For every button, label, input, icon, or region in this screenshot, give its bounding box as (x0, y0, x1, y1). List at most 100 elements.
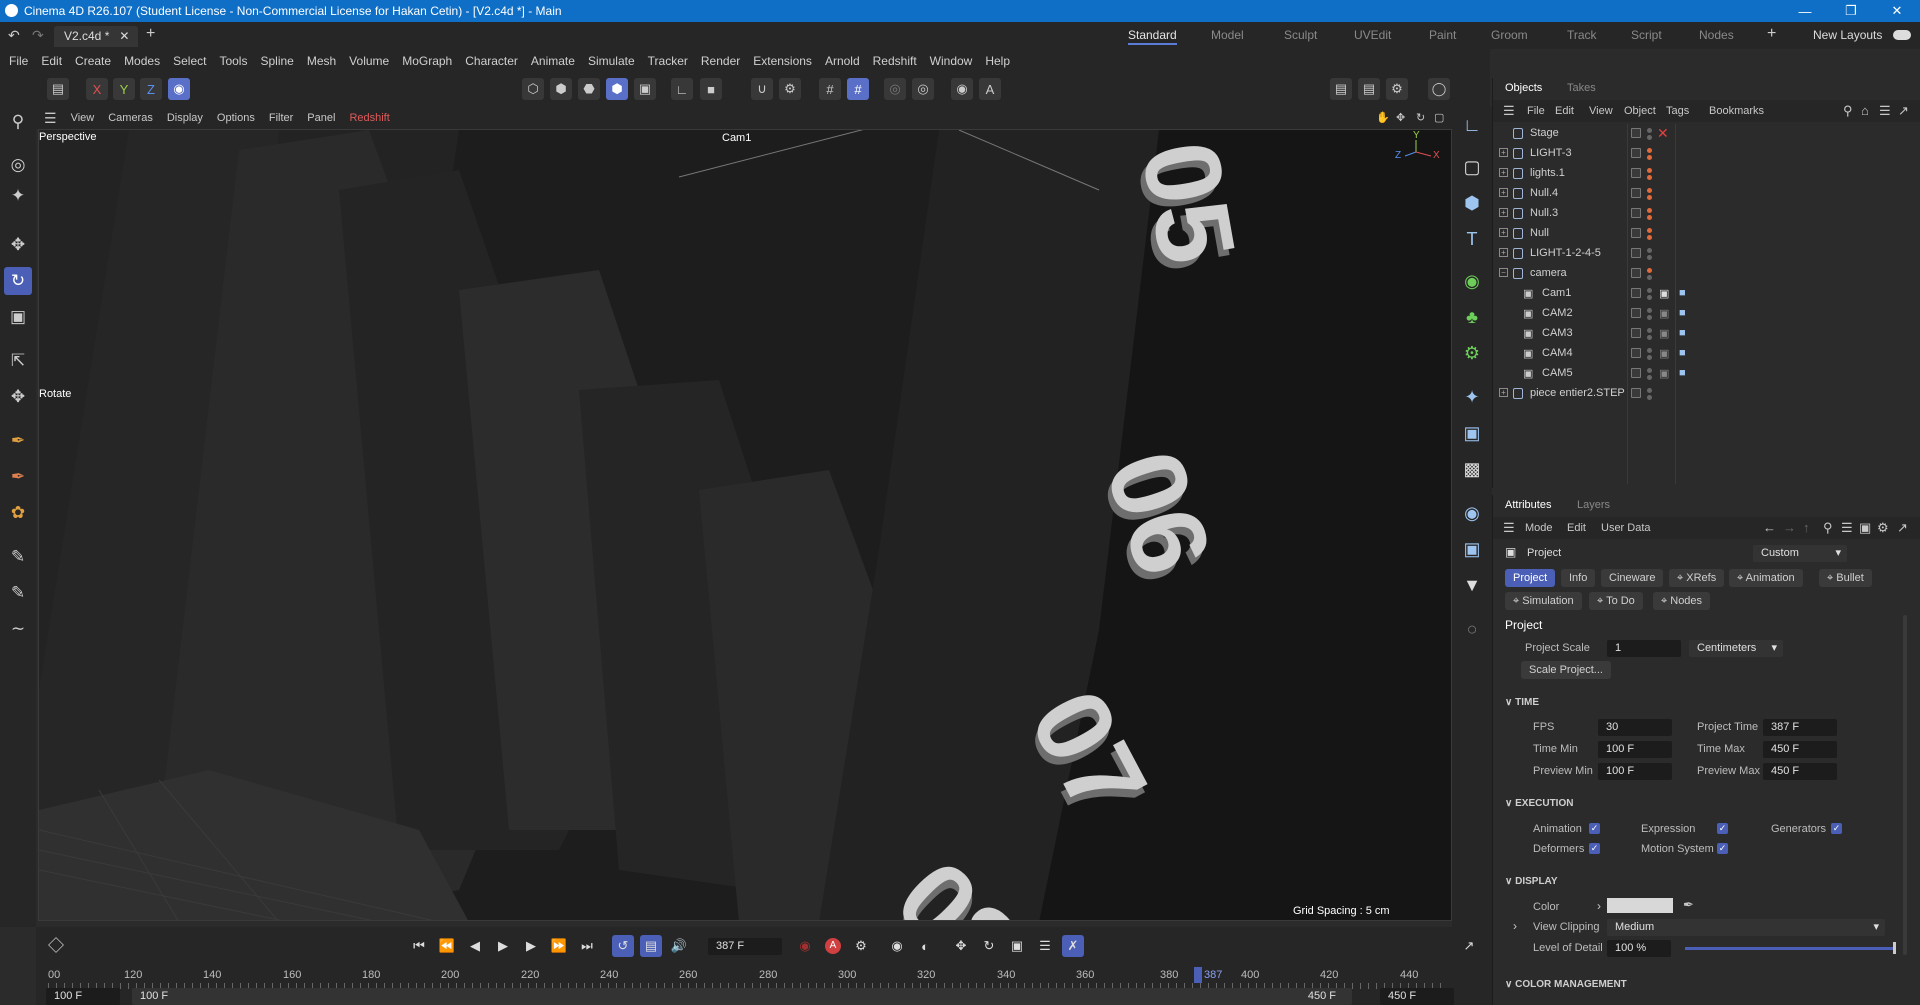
expand-icon[interactable]: + (1499, 248, 1508, 257)
visibility-check[interactable] (1631, 328, 1641, 338)
layout-groom[interactable]: Groom (1491, 28, 1528, 42)
viewport-menu-redshift[interactable]: Redshift (349, 112, 389, 124)
solo-hierarchy-icon[interactable]: ◎ (912, 78, 934, 100)
object-row-camera[interactable]: − camera (1493, 264, 1920, 284)
minimize-icon[interactable]: — (1782, 0, 1828, 22)
expand-icon[interactable]: + (1499, 228, 1508, 237)
viewport-menu-filter[interactable]: Filter (269, 112, 293, 124)
object-row-cam2[interactable]: ▣ CAM2 ▣ ■ (1493, 304, 1920, 324)
expand-icon[interactable]: + (1499, 168, 1508, 177)
expand-icon[interactable]: + (1499, 188, 1508, 197)
range-slider[interactable]: 100 F 450 F (132, 988, 1352, 1005)
spline-object-icon[interactable]: ▢ (1458, 153, 1486, 181)
menu-spline[interactable]: Spline (260, 54, 293, 68)
camera-object-icon[interactable]: ▣ (1458, 535, 1486, 563)
snap-settings-icon[interactable]: ⚙ (779, 78, 801, 100)
polygons-mode-icon[interactable]: ⬣ (578, 78, 600, 100)
document-tab[interactable]: V2.c4d * ✕ (54, 26, 138, 47)
time-max-input[interactable]: 450 F (1763, 741, 1837, 758)
start-frame-input[interactable]: 100 F (46, 988, 120, 1005)
camera-tag-icon[interactable]: ■ (1679, 307, 1686, 319)
filter-icon[interactable]: ☰ (1879, 103, 1891, 119)
expand-icon[interactable]: + (1499, 388, 1508, 397)
previous-key-icon[interactable]: ⏪ (436, 935, 458, 957)
scale-key-icon[interactable]: ▣ (1006, 935, 1028, 957)
tab-simulation[interactable]: ⌖ Simulation (1505, 592, 1582, 610)
live-selection-icon[interactable]: ◎ (4, 151, 32, 179)
menu-help[interactable]: Help (985, 54, 1010, 68)
editor-dot[interactable] (1647, 308, 1652, 313)
brush-icon[interactable]: ✎ (4, 543, 32, 571)
menu-render[interactable]: Render (701, 54, 740, 68)
tab-attributes[interactable]: Attributes (1505, 499, 1551, 511)
editor-dot[interactable] (1647, 368, 1652, 373)
orbit-icon[interactable]: ↻ (1416, 111, 1425, 124)
forward-arrow-icon[interactable]: → (1783, 520, 1796, 535)
new-tab-icon[interactable]: + (146, 25, 155, 43)
menu-window[interactable]: Window (930, 54, 973, 68)
visibility-check[interactable] (1631, 288, 1641, 298)
disabled-x-icon[interactable]: ✕ (1657, 125, 1669, 142)
camera-tag-icon[interactable]: ■ (1679, 367, 1686, 379)
target-tag-icon[interactable]: ▣ (1659, 347, 1669, 360)
menu-arnold[interactable]: Arnold (825, 54, 860, 68)
deformers-checkbox[interactable]: ✓ (1589, 843, 1600, 854)
play-icon[interactable]: ▶ (492, 935, 514, 957)
render-dot[interactable] (1647, 155, 1652, 160)
menu-character[interactable]: Character (465, 54, 518, 68)
tab-cineware[interactable]: Cineware (1601, 569, 1664, 587)
menu-redshift[interactable]: Redshift (873, 54, 917, 68)
execution-section-header[interactable]: ∨ EXECUTION (1505, 798, 1573, 809)
render-dot[interactable] (1647, 355, 1652, 360)
menu-animate[interactable]: Animate (531, 54, 575, 68)
loop-icon[interactable]: ↺ (612, 935, 634, 957)
scale-project-button[interactable]: Scale Project... (1521, 661, 1611, 679)
current-frame-input[interactable]: 387 F (708, 938, 782, 955)
attributes-menu-user-data[interactable]: User Data (1601, 522, 1651, 534)
menu-file[interactable]: File (9, 54, 28, 68)
editor-dot[interactable] (1647, 228, 1652, 233)
expand-icon[interactable]: + (1499, 208, 1508, 217)
dolly-icon[interactable]: ✥ (1396, 111, 1405, 124)
redshift-render-icon[interactable]: ◯ (1428, 78, 1450, 100)
target-tag-icon[interactable]: ▣ (1659, 307, 1669, 320)
light-object-icon[interactable]: ▼ (1458, 571, 1486, 599)
render-dot[interactable] (1647, 195, 1652, 200)
solo-icon[interactable]: ◎ (884, 78, 906, 100)
sound-icon[interactable]: 🔊 (668, 935, 690, 957)
next-frame-icon[interactable]: ▶ (520, 935, 542, 957)
tag-object-icon[interactable]: ○ (1458, 615, 1486, 643)
time-section-header[interactable]: ∨ TIME (1505, 697, 1539, 708)
layout-sculpt[interactable]: Sculpt (1284, 28, 1317, 42)
close-tab-icon[interactable]: ✕ (119, 29, 129, 43)
render-dot[interactable] (1647, 215, 1652, 220)
sketch-icon[interactable]: ✒ (4, 463, 32, 491)
search-objects-icon[interactable]: ⚲ (1843, 103, 1853, 119)
record-icon[interactable]: ◉ (794, 935, 816, 957)
menu-select[interactable]: Select (173, 54, 206, 68)
back-arrow-icon[interactable]: ← (1763, 520, 1776, 535)
visibility-check[interactable] (1631, 348, 1641, 358)
tab-info[interactable]: Info (1561, 569, 1596, 587)
collapse-icon[interactable]: − (1499, 268, 1508, 277)
tab-bullet[interactable]: ⌖ Bullet (1819, 569, 1872, 587)
layout-uvedit[interactable]: UVEdit (1354, 28, 1391, 42)
deformer-object-icon[interactable]: ✦ (1458, 383, 1486, 411)
visibility-check[interactable] (1631, 248, 1641, 258)
display-section-header[interactable]: ∨ DISPLAY (1505, 876, 1558, 887)
project-scale-input[interactable]: 1 (1607, 640, 1681, 657)
home-icon[interactable]: ⌂ (1861, 103, 1869, 118)
view-clipping-dropdown[interactable]: Medium ▾ (1607, 919, 1885, 936)
tab-xrefs[interactable]: ⌖ XRefs (1669, 569, 1725, 587)
chevron-right-icon[interactable]: › (1597, 899, 1601, 913)
menu-modes[interactable]: Modes (124, 54, 160, 68)
object-mode-icon[interactable]: ■ (700, 78, 722, 100)
new-attributes-window-icon[interactable]: ↗ (1897, 520, 1908, 536)
key-interpolation-icon[interactable]: ◐ (914, 935, 936, 957)
render-dot[interactable] (1647, 175, 1652, 180)
render-dot[interactable] (1647, 135, 1652, 140)
render-dot[interactable] (1647, 395, 1652, 400)
camera-tag-icon[interactable]: ■ (1679, 287, 1686, 299)
camera-tag-icon[interactable]: ■ (1679, 347, 1686, 359)
tab-nodes[interactable]: ⌖ Nodes (1653, 592, 1711, 610)
